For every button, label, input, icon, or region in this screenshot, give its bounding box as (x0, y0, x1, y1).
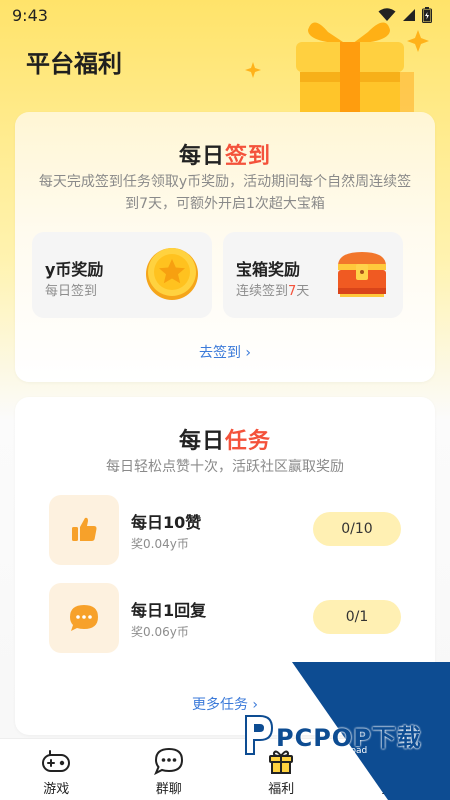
chat-bubble-icon (70, 605, 98, 631)
checkin-card: 每日签到 每天完成签到任务领取y币奖励，活动期间每个自然周连续签到7天，可额外开… (15, 112, 435, 382)
task-name-likes: 每日10赞 (131, 513, 202, 532)
tasks-heading: 每日任务 (15, 423, 435, 455)
tasks-heading-accent: 任务 (225, 429, 272, 454)
chest-reward-sub-prefix: 连续签到 (236, 284, 289, 299)
chest-reward-box[interactable]: 宝箱奖励 连续签到7天 (223, 232, 403, 318)
chat-icon (153, 747, 183, 775)
watermark: PCPOP下载 PCPOP Download (238, 662, 450, 800)
task-row-reply: 每日1回复 奖0.06y币 0/1 (49, 583, 401, 653)
task-progress-likes[interactable]: 0/10 (313, 512, 401, 546)
tab-chat[interactable]: 群聊 (113, 739, 226, 800)
coin-reward-title: y币奖励 (45, 260, 104, 279)
tab-label-chat: 群聊 (155, 782, 182, 797)
tasks-heading-plain: 每日 (178, 429, 225, 454)
chest-reward-title: 宝箱奖励 (236, 260, 301, 279)
status-time: 9:43 (12, 5, 48, 25)
coin-reward-sub: 每日签到 (45, 284, 98, 299)
checkin-heading-plain: 每日 (178, 144, 225, 169)
coin-reward-box[interactable]: y币奖励 每日签到 (32, 232, 212, 318)
go-checkin-link[interactable]: 去签到 › (15, 342, 435, 362)
coin-icon (146, 248, 198, 300)
gamepad-icon (42, 750, 71, 772)
tab-games[interactable]: 游戏 (0, 739, 113, 800)
chest-reward-sub-suffix: 天 (296, 284, 310, 299)
treasure-chest-icon (338, 252, 386, 297)
task-progress-reply[interactable]: 0/1 (313, 600, 401, 634)
task-row-likes: 每日10赞 奖0.04y币 0/10 (49, 495, 401, 565)
checkin-heading-accent: 签到 (225, 144, 272, 169)
checkin-description: 每天完成签到任务领取y币奖励，活动期间每个自然周连续签到7天，可额外开启1次超大… (38, 174, 412, 212)
page-title: 平台福利 (26, 50, 122, 78)
task-reward-reply: 奖0.06y币 (131, 625, 189, 639)
watermark-sub: PCPOP Download (290, 746, 368, 756)
chat-bubble-icon-box (49, 583, 119, 653)
thumbs-up-icon (72, 517, 97, 541)
watermark-logo-icon (245, 715, 274, 755)
sparkle-icon (245, 62, 261, 78)
tab-label-games: 游戏 (43, 782, 70, 797)
task-name-reply: 每日1回复 (131, 601, 207, 620)
task-reward-likes: 奖0.04y币 (131, 537, 189, 551)
tasks-description: 每日轻松点赞十次，活跃社区赢取奖励 (106, 459, 344, 475)
chest-reward-sub: 连续签到7天 (236, 280, 309, 299)
checkin-heading: 每日签到 (15, 138, 435, 170)
thumbs-up-icon-box (49, 495, 119, 565)
